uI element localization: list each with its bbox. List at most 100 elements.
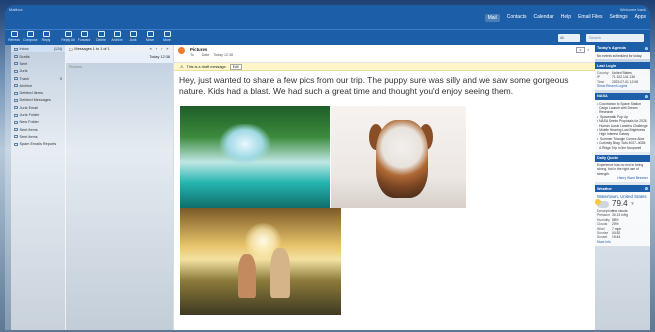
junk-icon bbox=[14, 69, 18, 73]
pagination-nav[interactable]: « ‹ › » bbox=[150, 47, 170, 51]
settings-icon[interactable]: ⚙ bbox=[645, 186, 648, 191]
news-item[interactable]: • Curiosity Blog: Sols 4027–4028: A Ridge… bbox=[597, 141, 648, 150]
folder-list: Inbox (124) Drafts Sent Junk Trash 5 Archi… bbox=[11, 45, 65, 330]
quote-author[interactable]: Henry Ward Beecher bbox=[597, 176, 648, 180]
more-button[interactable]: More bbox=[160, 31, 174, 42]
drafts-icon bbox=[14, 55, 18, 59]
news-item[interactable]: • Countdown to Space Station Cargo Launch… bbox=[597, 102, 648, 115]
news-panel: NASA ⚙ • Countdown to Space Station Cargo … bbox=[595, 93, 650, 152]
top-nav: Mail Contacts Calendar Help Email Files … bbox=[484, 14, 646, 22]
delete-button[interactable]: Delete bbox=[94, 31, 108, 42]
news-title: NASA ⚙ bbox=[595, 93, 650, 101]
folder-archive[interactable]: Archive bbox=[11, 81, 65, 88]
topnav-help[interactable]: Help bbox=[561, 14, 571, 22]
folder-trash[interactable]: Trash 5 bbox=[11, 74, 65, 81]
folder-spam-reports[interactable]: Spam Emails Reports bbox=[11, 140, 65, 147]
compose-button[interactable]: Compose bbox=[23, 31, 38, 42]
archive-button[interactable]: Archive bbox=[110, 31, 124, 42]
topnav-mail[interactable]: Mail bbox=[484, 14, 500, 22]
weather-more-link[interactable]: More Info bbox=[597, 240, 648, 244]
folder-icon bbox=[14, 142, 18, 146]
reply-all-icon bbox=[64, 31, 72, 37]
folder-sent-items[interactable]: Sent Items bbox=[11, 125, 65, 132]
folder-new-folder[interactable]: New Folder bbox=[11, 118, 65, 125]
junk-icon bbox=[129, 31, 137, 37]
agenda-text: No events scheduled for today. bbox=[597, 53, 643, 58]
folder-deleted-messages[interactable]: Deleted Messages bbox=[11, 96, 65, 103]
archive-icon bbox=[14, 84, 18, 88]
agenda-panel: Today's Agenda ⚙ No events scheduled for … bbox=[595, 45, 650, 60]
user-greeting: Welcome back bbox=[619, 7, 646, 12]
topnav-email-files[interactable]: Email Files bbox=[578, 14, 602, 22]
weather-title: Weather ⚙ bbox=[595, 185, 650, 193]
folder-junk[interactable]: Junk bbox=[11, 67, 65, 74]
message-count: Messages 1 to 1 of 1 bbox=[74, 47, 110, 51]
close-icon[interactable]: × bbox=[587, 47, 593, 53]
reply-button[interactable]: Reply bbox=[39, 31, 53, 42]
recent-logins-link[interactable]: Show Recent Logins bbox=[597, 84, 648, 88]
message-meta: To Date Today 12:38 bbox=[190, 53, 233, 57]
brand-label: Mailbox bbox=[9, 7, 23, 12]
message-subject: Pictures bbox=[190, 47, 208, 52]
list-item-subject: Pictures bbox=[69, 64, 82, 69]
topnav-settings[interactable]: Settings bbox=[610, 14, 628, 22]
draft-notice-text: This is a draft message. bbox=[186, 64, 227, 69]
refresh-button[interactable]: Refresh bbox=[7, 31, 21, 42]
sent-icon bbox=[14, 62, 18, 66]
select-checkbox[interactable]: ☐ bbox=[69, 47, 72, 52]
settings-icon[interactable]: ⚙ bbox=[645, 46, 648, 51]
search-input[interactable]: Search bbox=[586, 34, 644, 42]
folder-drafts[interactable]: Drafts bbox=[11, 52, 65, 59]
reply-all-button[interactable]: Reply All bbox=[61, 31, 75, 42]
avatar bbox=[178, 47, 185, 54]
message-body: Hey, just wanted to share a few pics fro… bbox=[179, 75, 569, 96]
news-item[interactable]: • Mobile Hearing Lost Brightness High Int… bbox=[597, 128, 648, 137]
photo-kids bbox=[180, 208, 341, 315]
photo-puppy bbox=[331, 106, 466, 208]
folder-junk-folder[interactable]: Junk Folder bbox=[11, 111, 65, 118]
photo-waterfall bbox=[180, 106, 330, 208]
weather-unit: °F bbox=[630, 202, 634, 207]
login-title: Last Login bbox=[595, 62, 650, 70]
folder-deleted-items[interactable]: Deleted Items bbox=[11, 89, 65, 96]
archive-icon bbox=[113, 31, 121, 37]
junk-button[interactable]: Junk bbox=[126, 31, 140, 42]
folder-icon bbox=[14, 120, 18, 124]
folder-sent[interactable]: Sent bbox=[11, 60, 65, 67]
edit-draft-button[interactable]: Edit bbox=[229, 63, 242, 70]
list-item[interactable]: Pictures bbox=[66, 63, 173, 71]
topnav-apps[interactable]: Apps bbox=[635, 14, 646, 22]
folder-icon bbox=[14, 98, 18, 102]
topnav-calendar[interactable]: Calendar bbox=[533, 14, 553, 22]
top-bar: Mailbox Welcome back Mail Contacts Calen… bbox=[5, 5, 650, 29]
message-list: ☐ Messages 1 to 1 of 1 « ‹ › » Today 12:… bbox=[65, 45, 173, 330]
move-button[interactable]: Move bbox=[143, 31, 157, 42]
to-label: To bbox=[190, 53, 194, 57]
weather-current: 79.4 °F bbox=[595, 199, 648, 209]
folder-icon bbox=[14, 106, 18, 110]
refresh-icon bbox=[10, 31, 18, 37]
settings-icon[interactable]: ⚙ bbox=[645, 94, 648, 99]
news-item[interactable]: • NASA Seeks Proposals for 2026 Human Lun… bbox=[597, 119, 648, 128]
filter-dropdown[interactable]: All bbox=[558, 34, 580, 42]
weather-panel: Weather ⚙ Watertown, United States 79.4 °F… bbox=[595, 185, 650, 246]
app-window: Mailbox Welcome back Mail Contacts Calen… bbox=[5, 5, 650, 330]
draft-notice: ⚠ This is a draft message. Edit bbox=[174, 63, 595, 71]
folder-icon bbox=[14, 135, 18, 139]
reply-icon bbox=[42, 31, 50, 37]
date-value: Today 12:38 bbox=[213, 53, 233, 57]
list-item[interactable]: Today 12:38 bbox=[66, 53, 173, 63]
folder-sent-items-2[interactable]: Sent Items bbox=[11, 133, 65, 140]
partly-cloudy-icon bbox=[595, 199, 609, 209]
folder-junk-email[interactable]: Junk Email bbox=[11, 103, 65, 110]
forward-button[interactable]: Forward bbox=[77, 31, 91, 42]
message-reader: Pictures To Date Today 12:38 ≡ × ⚠ This … bbox=[173, 45, 595, 330]
compose-icon bbox=[26, 31, 34, 37]
weather-temp: 79.4 bbox=[612, 199, 628, 209]
trash-icon bbox=[97, 31, 105, 37]
message-options-button[interactable]: ≡ bbox=[576, 47, 585, 53]
folder-move-icon bbox=[146, 31, 154, 37]
folder-inbox[interactable]: Inbox (124) bbox=[11, 45, 65, 53]
topnav-contacts[interactable]: Contacts bbox=[507, 14, 527, 22]
folder-icon bbox=[14, 128, 18, 132]
